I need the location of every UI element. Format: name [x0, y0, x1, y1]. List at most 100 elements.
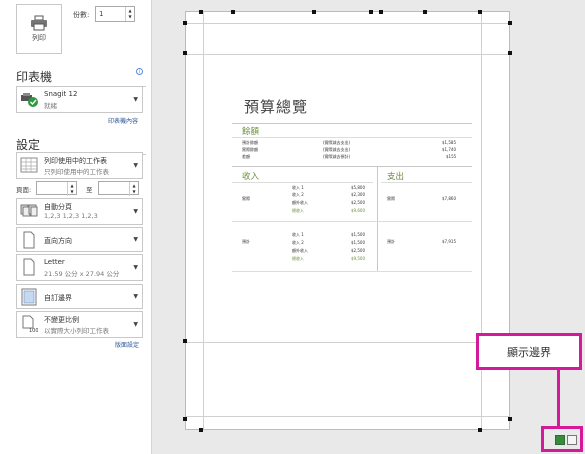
margin-handle[interactable]: [183, 417, 187, 421]
margin-handle[interactable]: [478, 428, 482, 432]
margin-line-bottom[interactable]: [186, 342, 509, 343]
summary-row-label: 預計餘額: [242, 140, 258, 145]
printer-properties-link[interactable]: 印表機內容: [108, 116, 138, 125]
custom-margins-icon: [21, 288, 37, 306]
income-total-value: $9,500: [351, 256, 365, 261]
info-icon[interactable]: i: [136, 68, 143, 75]
chevron-down-icon: ▼: [133, 321, 138, 328]
copies-input[interactable]: 1 ▲ ▼: [95, 6, 135, 22]
income-item-label: 額外收入: [292, 248, 308, 253]
footer-margin-line[interactable]: [186, 416, 509, 417]
projected-income-label: 預計: [242, 239, 250, 244]
income-item-label: 額外收入: [292, 200, 308, 205]
print-scope-subtitle: 只列印使用中的工作表: [44, 168, 109, 176]
margin-handle[interactable]: [199, 10, 203, 14]
expense-heading: 支出: [387, 172, 405, 182]
spin-down-icon[interactable]: ▼: [128, 14, 131, 20]
margins-select[interactable]: 自訂邊界 ▼: [16, 284, 143, 309]
print-settings-pane: 列印 份數: 1 ▲ ▼ 印表機 i Snagit 12 就緒 ▼ 印表機內容 …: [0, 0, 150, 454]
projected-expense-label: 預計: [387, 239, 395, 244]
page-setup-link[interactable]: 版面設定: [115, 340, 139, 349]
chevron-down-icon: ▼: [133, 236, 138, 243]
margin-line-top[interactable]: [186, 54, 509, 55]
margin-handle[interactable]: [312, 10, 316, 14]
zoom-to-page-button[interactable]: [567, 435, 577, 445]
summary-divider: [232, 137, 472, 138]
income-item-label: 收入 2: [292, 192, 304, 197]
margin-handle[interactable]: [508, 51, 512, 55]
pages-from-input[interactable]: ▲ ▼: [36, 181, 77, 196]
actual-income-label: 實際: [242, 196, 250, 201]
scaling-select[interactable]: 100 不變更比例 以實際大小列印工作表 ▼: [16, 311, 143, 338]
callout-label: 顯示邊界: [507, 345, 551, 359]
income-item-label: 收入 2: [292, 240, 304, 245]
no-scaling-icon: 100: [22, 315, 38, 333]
margin-handle[interactable]: [199, 428, 203, 432]
margin-handle[interactable]: [369, 10, 373, 14]
margin-handle[interactable]: [508, 21, 512, 25]
summary-heading: 餘額: [242, 127, 260, 137]
margins-title: 自訂邊界: [44, 294, 72, 302]
income-item-value: $2,500: [351, 200, 365, 205]
pages-from-spinner[interactable]: ▲ ▼: [67, 182, 76, 196]
margin-handle[interactable]: [478, 10, 482, 14]
collate-icon: [20, 204, 38, 217]
pages-to-spinner[interactable]: ▲ ▼: [129, 182, 138, 196]
summary-row-value: $1,740: [442, 147, 456, 152]
collate-subtitle: 1,2,3 1,2,3 1,2,3: [44, 212, 98, 220]
printer-section-title: 印表機: [16, 68, 146, 87]
margin-handle[interactable]: [423, 10, 427, 14]
copies-label: 份數:: [73, 11, 90, 19]
chevron-down-icon: ▼: [133, 293, 138, 300]
show-margins-button[interactable]: [555, 435, 565, 445]
paper-size-title: Letter: [44, 258, 65, 266]
pages-to-input[interactable]: ▲ ▼: [98, 181, 139, 196]
portrait-orientation-icon: [23, 231, 35, 249]
actual-projected-divider: [232, 221, 472, 222]
document-title: 預算總覽: [244, 98, 309, 116]
printer-name: Snagit 12: [44, 90, 78, 98]
orientation-select[interactable]: 直向方向 ▼: [16, 227, 143, 252]
print-button[interactable]: 列印: [16, 4, 62, 54]
spin-down-icon[interactable]: ▼: [132, 189, 135, 195]
income-heading: 收入: [242, 172, 260, 182]
callout-connector: [557, 370, 560, 428]
income-item-value: $2,300: [351, 192, 365, 197]
income-item-value: $5,800: [351, 185, 365, 190]
preview-page: 預算總覽 餘額 預計餘額 (實際減去支出) $1,585 實際餘額 (實際減去支…: [185, 11, 510, 430]
summary-row-value: $1,585: [442, 140, 456, 145]
spin-down-icon[interactable]: ▼: [70, 189, 73, 195]
actual-expense-value: $7,860: [442, 196, 456, 201]
section-divider: [232, 166, 472, 167]
paper-size-select[interactable]: Letter 21.59 公分 x 27.94 公分 ▼: [16, 254, 143, 281]
scaling-subtitle: 以實際大小列印工作表: [44, 327, 109, 335]
actual-expense-label: 實際: [387, 196, 395, 201]
header-margin-line[interactable]: [186, 23, 509, 24]
margin-line-left[interactable]: [203, 12, 204, 429]
margin-handle[interactable]: [508, 417, 512, 421]
copies-spinner[interactable]: ▲ ▼: [125, 7, 134, 21]
printer-icon: [31, 15, 47, 31]
summary-row-label: 差額: [242, 154, 250, 159]
orientation-title: 直向方向: [44, 237, 72, 245]
margin-handle[interactable]: [183, 339, 187, 343]
summary-row-ref: (實際減去支出): [323, 140, 351, 145]
income-item-label: 收入 1: [292, 232, 304, 237]
margin-handle[interactable]: [379, 10, 383, 14]
margin-handle[interactable]: [231, 10, 235, 14]
summary-row-value: $155: [446, 154, 457, 159]
projected-expense-value: $7,915: [442, 239, 456, 244]
column-divider: [377, 167, 378, 271]
printer-select[interactable]: Snagit 12 就緒 ▼: [16, 86, 143, 113]
collate-select[interactable]: 自動分頁 1,2,3 1,2,3 1,2,3 ▼: [16, 198, 143, 225]
print-scope-title: 列印使用中的工作表: [44, 157, 107, 165]
copies-value: 1: [99, 10, 104, 18]
print-scope-select[interactable]: 列印使用中的工作表 只列印使用中的工作表 ▼: [16, 152, 143, 179]
income-total-value: $9,600: [351, 208, 365, 213]
margin-handle[interactable]: [183, 21, 187, 25]
margin-handle[interactable]: [183, 51, 187, 55]
pages-label: 頁面:: [16, 186, 32, 194]
summary-row-label: 實際餘額: [242, 147, 258, 152]
chevron-down-icon: ▼: [133, 264, 138, 271]
income-item-label: 收入 1: [292, 185, 304, 190]
